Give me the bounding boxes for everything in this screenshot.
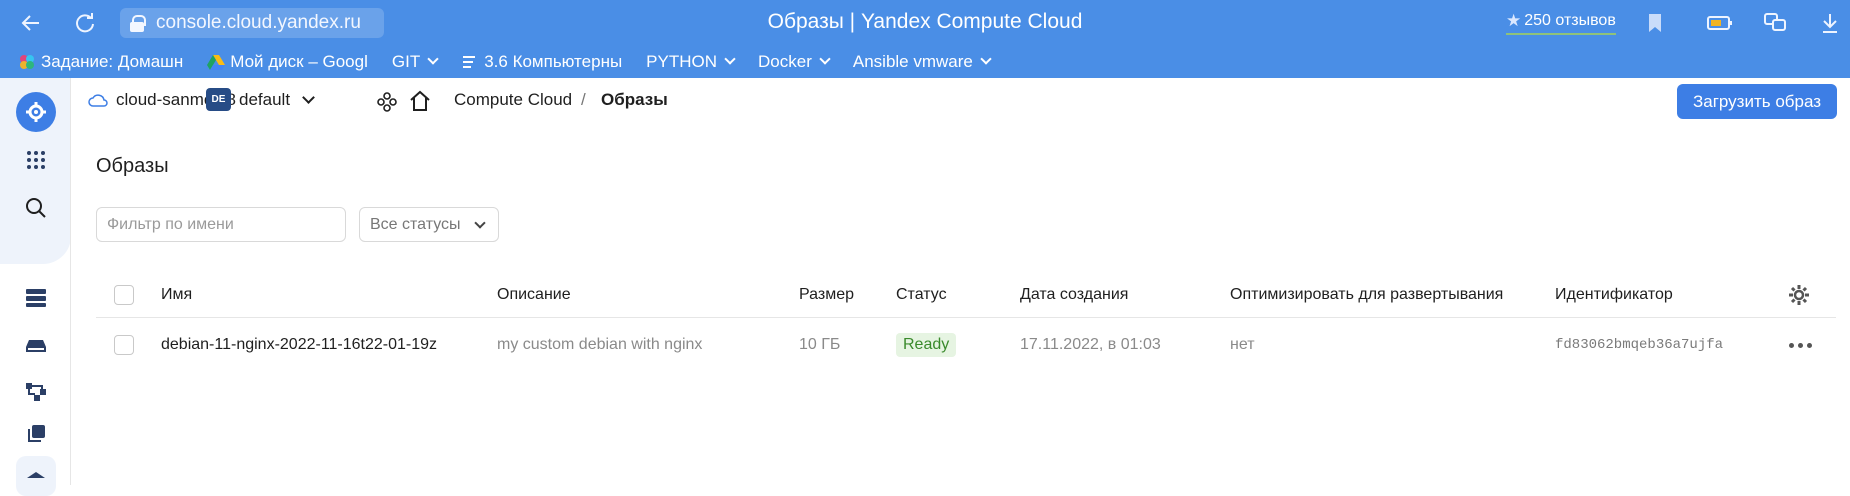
home-icon[interactable] bbox=[408, 89, 432, 113]
image-name[interactable]: debian-11-nginx-2022-11-16t22-01-19z bbox=[161, 318, 437, 372]
status-filter-select[interactable]: Все статусы bbox=[359, 207, 499, 242]
column-header-name[interactable]: Имя bbox=[161, 272, 192, 317]
status-badge: Ready bbox=[896, 333, 957, 357]
chevron-down-icon bbox=[819, 53, 831, 65]
service-switcher-icon[interactable] bbox=[376, 91, 398, 113]
all-services-grid-icon[interactable] bbox=[16, 140, 56, 180]
image-created: 17.11.2022, в 01:03 bbox=[1020, 336, 1161, 353]
bookmark-label: Docker bbox=[758, 51, 812, 71]
search-icon[interactable] bbox=[16, 188, 56, 228]
bookmark-computers[interactable]: 3.6 Компьютерны bbox=[461, 52, 622, 72]
bookmark-label: PYTHON bbox=[646, 51, 718, 71]
cloud-icon bbox=[88, 94, 108, 107]
chevron-down-icon bbox=[302, 90, 315, 104]
folder-selector[interactable]: DE default bbox=[206, 88, 315, 111]
table-row[interactable]: debian-11-nginx-2022-11-16t22-01-19z my … bbox=[96, 318, 1836, 372]
table-settings-gear-icon[interactable] bbox=[1788, 272, 1810, 317]
reviews-link[interactable]: ★ 250 отзывов bbox=[1506, 9, 1616, 35]
compute-service-icon[interactable] bbox=[16, 92, 56, 132]
bookmark-zadanie[interactable]: Задание: Домашн bbox=[18, 52, 183, 72]
rail-divider bbox=[70, 78, 71, 485]
reload-icon[interactable] bbox=[70, 8, 100, 38]
network-topology-icon[interactable] bbox=[16, 372, 56, 412]
name-filter-input[interactable] bbox=[96, 207, 346, 242]
download-icon[interactable] bbox=[1815, 8, 1845, 38]
bookmark-folder-python[interactable]: PYTHON bbox=[646, 51, 736, 72]
column-header-size[interactable]: Размер bbox=[799, 272, 854, 317]
bookmark-label: 3.6 Компьютерны bbox=[484, 51, 623, 71]
disks-icon[interactable] bbox=[16, 326, 56, 366]
page-title: Образы bbox=[96, 155, 169, 177]
bookmark-google-drive[interactable]: Мой диск – Googl bbox=[207, 52, 368, 72]
bookmark-folder-git[interactable]: GIT bbox=[391, 51, 439, 72]
column-header-description[interactable]: Описание bbox=[497, 272, 571, 317]
bookmark-icon[interactable] bbox=[1640, 8, 1670, 38]
folder-badge: DE bbox=[206, 88, 231, 111]
upload-image-button[interactable]: Загрузить образ bbox=[1677, 84, 1837, 119]
column-header-status[interactable]: Статус bbox=[896, 272, 947, 317]
breadcrumb-current: Образы bbox=[601, 90, 668, 109]
bookmark-label: Мой диск – Googl bbox=[230, 51, 368, 71]
bookmarks-bar: Задание: Домашн Мой диск – Googl GIT 3.6… bbox=[0, 45, 1850, 78]
image-id: fd83062bmqeb36a7ujfa bbox=[1555, 337, 1724, 353]
document-icon bbox=[461, 53, 479, 71]
slack-like-icon bbox=[18, 53, 36, 71]
bookmark-label: Задание: Домашн bbox=[41, 51, 184, 71]
back-arrow-icon[interactable] bbox=[16, 8, 46, 38]
chevron-down-icon bbox=[474, 217, 486, 229]
status-filter-value: Все статусы bbox=[370, 215, 461, 233]
chat-icon[interactable] bbox=[1760, 8, 1790, 38]
row-select-checkbox[interactable] bbox=[114, 335, 134, 355]
chevron-down-icon bbox=[427, 53, 439, 65]
google-drive-icon bbox=[207, 53, 226, 71]
left-rail bbox=[0, 78, 71, 496]
chevron-down-icon bbox=[980, 53, 992, 65]
bookmark-folder-ansible[interactable]: Ansible vmware bbox=[852, 51, 992, 72]
images-copy-icon[interactable] bbox=[16, 414, 56, 454]
column-header-optimize[interactable]: Оптимизировать для развертывания bbox=[1230, 272, 1503, 317]
breadcrumb-separator: / bbox=[581, 90, 586, 109]
image-optimize: нет bbox=[1230, 336, 1255, 353]
column-header-created[interactable]: Дата создания bbox=[1020, 272, 1128, 317]
battery-icon[interactable] bbox=[1705, 8, 1735, 38]
breadcrumb-service[interactable]: Compute Cloud bbox=[454, 90, 572, 110]
chevron-down-icon bbox=[724, 53, 736, 65]
folder-name: default bbox=[239, 89, 291, 109]
url-text: console.cloud.yandex.ru bbox=[156, 12, 361, 33]
reviews-label: 250 отзывов bbox=[1524, 11, 1616, 29]
table-header: Имя Описание Размер Статус Дата создания… bbox=[96, 272, 1836, 318]
lock-icon bbox=[130, 15, 146, 32]
row-actions-more-icon[interactable] bbox=[1789, 342, 1812, 348]
bookmark-label: GIT bbox=[391, 51, 421, 71]
address-bar[interactable]: console.cloud.yandex.ru bbox=[120, 8, 384, 38]
bookmark-folder-docker[interactable]: Docker bbox=[758, 51, 831, 72]
column-header-id[interactable]: Идентификатор bbox=[1555, 272, 1673, 317]
snapshots-icon[interactable] bbox=[16, 456, 56, 496]
vm-instances-icon[interactable] bbox=[16, 278, 56, 318]
image-size: 10 ГБ bbox=[799, 336, 841, 353]
star-icon: ★ bbox=[1506, 10, 1522, 30]
select-all-checkbox[interactable] bbox=[114, 284, 134, 305]
console-header: cloud-sanmol88 DE default Compute Cloud … bbox=[71, 78, 1850, 125]
browser-titlebar: console.cloud.yandex.ru Образы | Yandex … bbox=[0, 0, 1850, 45]
image-description: my custom debian with nginx bbox=[497, 336, 703, 353]
bookmark-label: Ansible vmware bbox=[852, 51, 973, 71]
